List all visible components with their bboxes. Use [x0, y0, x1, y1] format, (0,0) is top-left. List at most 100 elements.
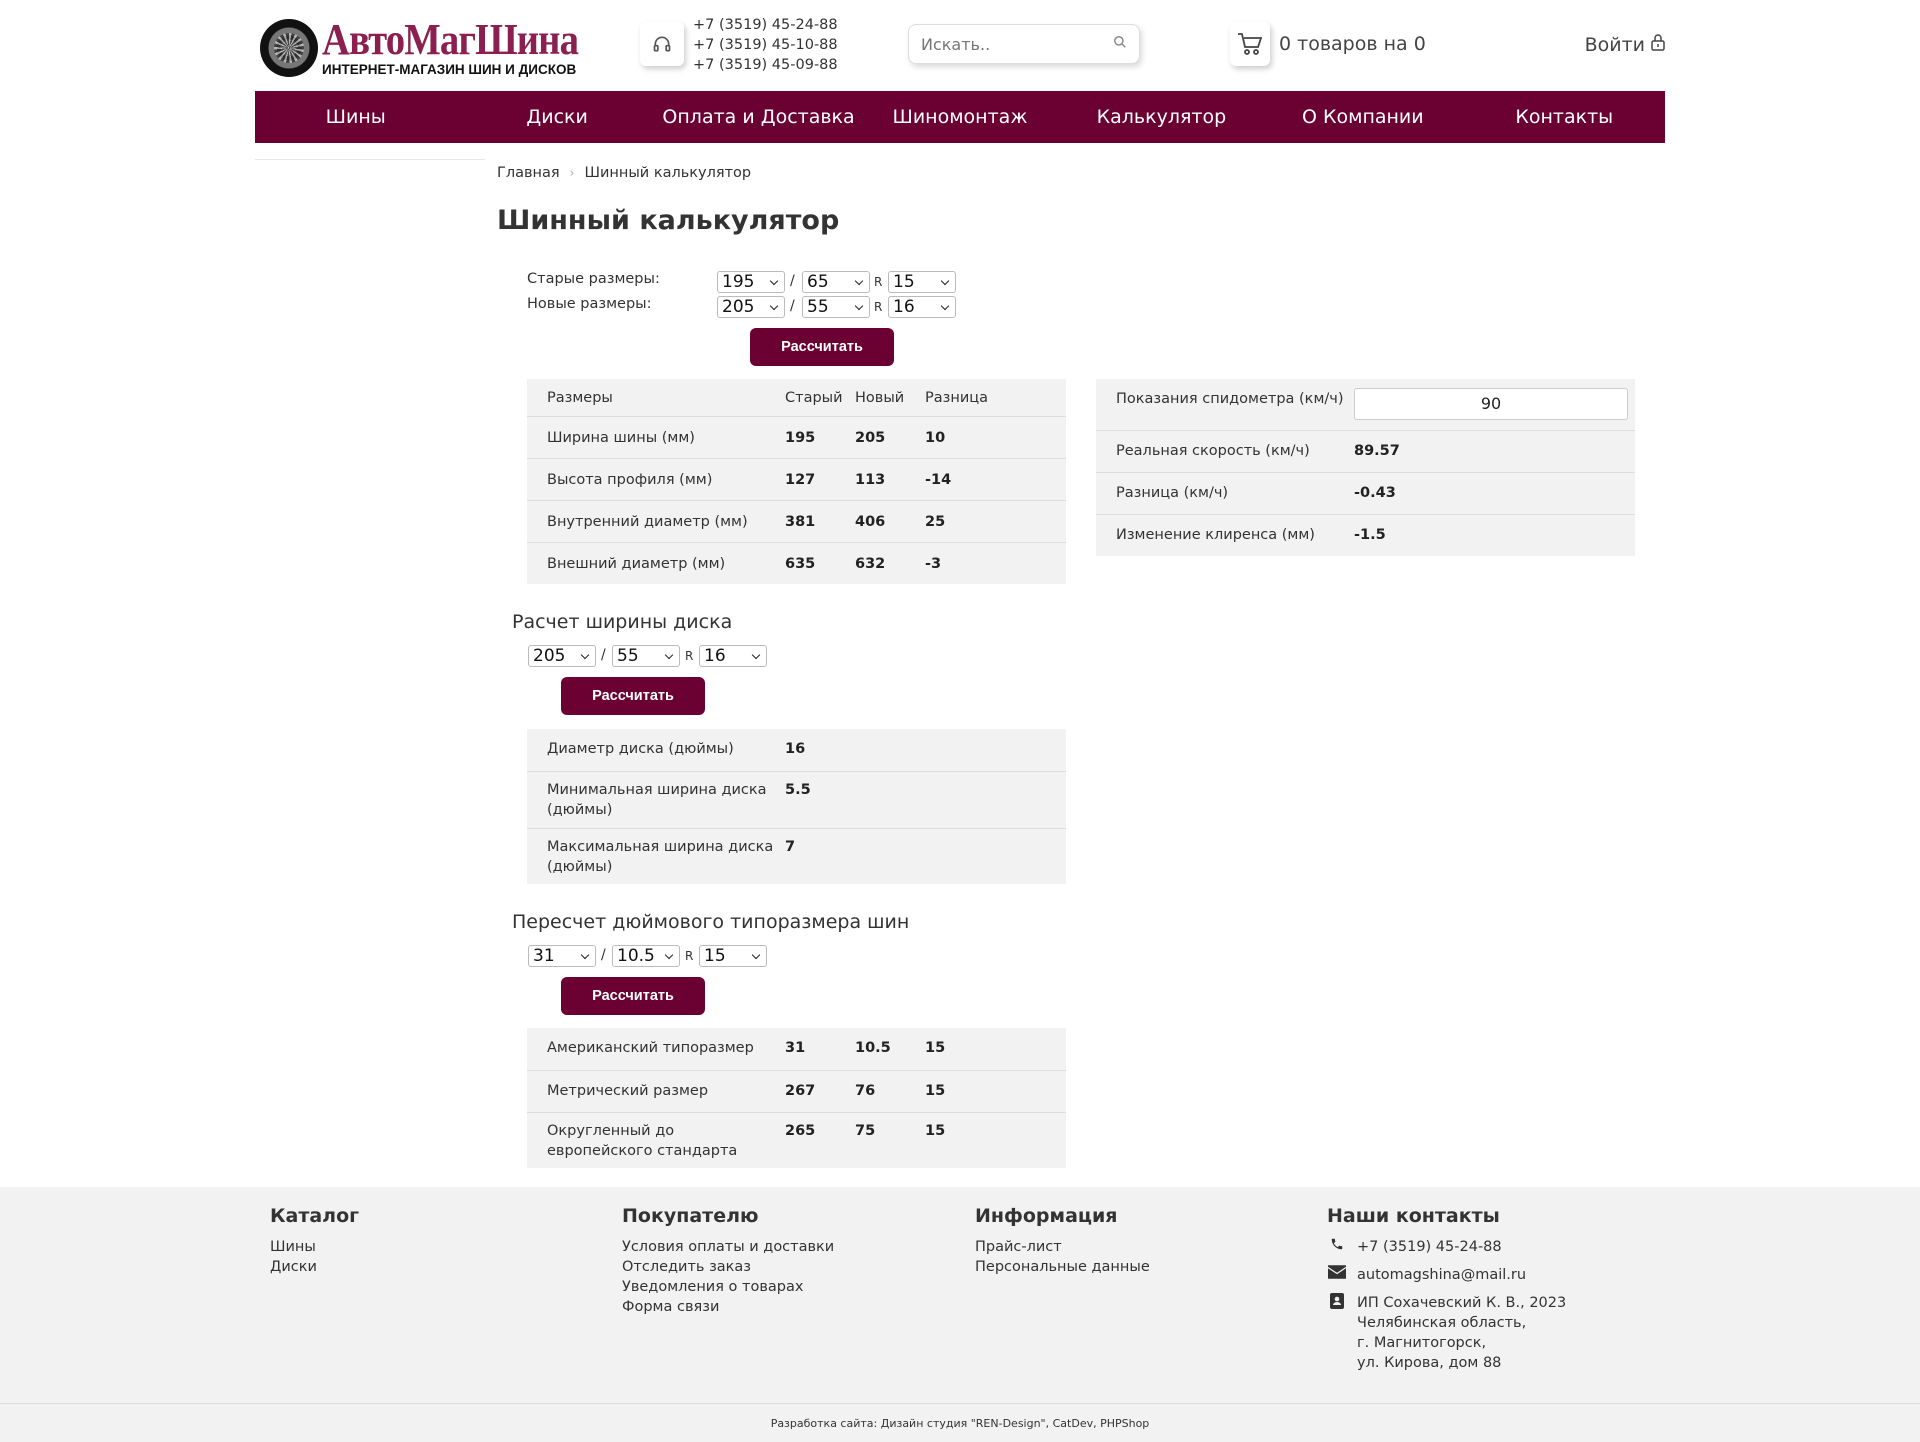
rim-profile-select[interactable]: 55	[612, 645, 680, 667]
site-header: АвтоМагШина ИНТЕРНЕТ-МАГАЗИН ШИН И ДИСКО…	[255, 0, 1665, 90]
search-input[interactable]	[921, 34, 1101, 54]
row-label: Внутренний диаметр (мм)	[547, 514, 748, 530]
site-footer: Каталог Шины Диски Покупателю Условия оп…	[0, 1187, 1920, 1403]
footer-email[interactable]: automagshina@mail.ru	[1357, 1265, 1526, 1285]
inch-profile-select[interactable]: 10.5	[612, 945, 680, 967]
row-value: 16	[785, 741, 806, 757]
row-value: 5.5	[785, 782, 811, 798]
rim-radius-select[interactable]: 16	[699, 645, 767, 667]
table-row: Метрический размер 267 76 15	[527, 1070, 1066, 1112]
table-header-row: Размеры Старый Новый Разница	[527, 379, 1066, 416]
new-radius-select[interactable]: 16	[888, 296, 956, 318]
radius-separator: R	[874, 275, 883, 289]
table-row: Минимальная ширина диска (дюймы) 5.5	[527, 771, 1066, 828]
nav-item-calculator[interactable]: Калькулятор	[1061, 91, 1262, 143]
phone-2[interactable]: +7 (3519) 45-10-88	[693, 35, 838, 55]
nav-item-contacts[interactable]: Контакты	[1464, 91, 1665, 143]
headset-icon[interactable]	[640, 22, 684, 66]
diff-value: -14	[925, 472, 952, 488]
lock-icon	[1651, 33, 1665, 56]
row-label: Ширина шины (мм)	[547, 430, 695, 446]
table-row: Изменение клиренса (мм) -1.5	[1096, 514, 1635, 556]
nav-item-wheels[interactable]: Диски	[456, 91, 657, 143]
calculate-inch-button[interactable]: Рассчитать	[561, 977, 705, 1015]
row-label: Реальная скорость (км/ч)	[1116, 443, 1310, 459]
login-link[interactable]: Войти	[1585, 33, 1665, 56]
table-row: Ширина шины (мм) 195 205 10	[527, 416, 1066, 458]
new-width-select[interactable]: 205	[717, 296, 785, 318]
footer-address-line: Челябинская область,	[1357, 1315, 1527, 1331]
footer-link[interactable]: Шины	[270, 1237, 359, 1257]
speedometer-input[interactable]: 90	[1354, 388, 1628, 420]
search-icon[interactable]	[1113, 35, 1127, 53]
inch-radius-select[interactable]: 15	[699, 945, 767, 967]
old-value: 127	[785, 472, 816, 488]
table-row: Округленный до европейского стандарта 26…	[527, 1112, 1066, 1168]
profile-value: 10.5	[855, 1040, 891, 1056]
search-box	[908, 24, 1140, 64]
old-sizes-label: Старые размеры:	[527, 271, 660, 287]
speedometer-label: Показания спидометра (км/ч)	[1116, 391, 1344, 407]
old-width-select[interactable]: 195	[717, 271, 785, 293]
nav-item-tire-service[interactable]: Шиномонтаж	[859, 91, 1060, 143]
col-header-diff: Разница	[925, 390, 988, 406]
nav-item-about[interactable]: О Компании	[1262, 91, 1463, 143]
wheel-logo-icon	[260, 19, 318, 77]
chevron-right-icon: ›	[569, 166, 575, 180]
breadcrumb-current: Шинный калькулятор	[584, 165, 752, 181]
row-label: Минимальная ширина диска (дюймы)	[547, 782, 767, 818]
footer-credits[interactable]: Разработка сайта: Дизайн студия "REN-Des…	[0, 1403, 1920, 1442]
col-header-new: Новый	[855, 390, 905, 406]
col-header-sizes: Размеры	[547, 390, 613, 406]
row-label: Метрический размер	[547, 1083, 709, 1099]
width-value: 31	[785, 1040, 806, 1056]
footer-link[interactable]: Форма связи	[622, 1297, 834, 1317]
footer-link[interactable]: Условия оплаты и доставки	[622, 1237, 834, 1257]
diff-value: 10	[925, 430, 946, 446]
old-profile-select[interactable]: 65	[802, 271, 870, 293]
tire-size-table: Размеры Старый Новый Разница Ширина шины…	[527, 379, 1066, 584]
table-row: Реальная скорость (км/ч) 89.57	[1096, 430, 1635, 472]
nav-item-tires[interactable]: Шины	[255, 91, 456, 143]
calculate-tires-button[interactable]: Рассчитать	[750, 328, 894, 366]
login-label: Войти	[1584, 33, 1645, 56]
diff-value: -3	[925, 556, 942, 572]
breadcrumb-home[interactable]: Главная	[497, 165, 560, 181]
address-book-icon	[1327, 1293, 1347, 1373]
rim-width-select[interactable]: 205	[528, 645, 596, 667]
footer-address-line: ИП Сохачевский К. В., 2023	[1357, 1295, 1567, 1311]
radius-separator: R	[874, 300, 883, 314]
footer-phone[interactable]: +7 (3519) 45-24-88	[1357, 1237, 1502, 1257]
old-value: 635	[785, 556, 816, 572]
breadcrumb: Главная › Шинный калькулятор	[497, 165, 751, 181]
footer-link[interactable]: Уведомления о товарах	[622, 1277, 834, 1297]
calculate-rim-button[interactable]: Рассчитать	[561, 677, 705, 715]
phone-icon	[1327, 1237, 1347, 1257]
logo-subtitle: ИНТЕРНЕТ-МАГАЗИН ШИН И ДИСКОВ	[322, 62, 577, 77]
phone-3[interactable]: +7 (3519) 45-09-88	[693, 55, 838, 75]
row-value: 89.57	[1354, 443, 1400, 459]
radius-value: 15	[925, 1040, 946, 1056]
footer-link[interactable]: Диски	[270, 1257, 359, 1277]
page-title: Шинный калькулятор	[497, 205, 840, 236]
nav-item-payment-delivery[interactable]: Оплата и Доставка	[658, 91, 859, 143]
table-row: Внешний диаметр (мм) 635 632 -3	[527, 542, 1066, 584]
footer-catalog-title: Каталог	[270, 1205, 360, 1227]
new-profile-select[interactable]: 55	[802, 296, 870, 318]
old-value: 195	[785, 430, 816, 446]
speedometer-table: Показания спидометра (км/ч) 90 Реальная …	[1096, 379, 1635, 556]
inch-width-select[interactable]: 31	[528, 945, 596, 967]
footer-link[interactable]: Персональные данные	[975, 1257, 1150, 1277]
cart-icon[interactable]	[1230, 22, 1270, 66]
new-value: 632	[855, 556, 886, 572]
diff-value: 25	[925, 514, 946, 530]
footer-link[interactable]: Прайс-лист	[975, 1237, 1150, 1257]
row-value: 7	[785, 839, 796, 855]
width-value: 267	[785, 1083, 816, 1099]
radius-separator: R	[685, 649, 694, 663]
footer-link[interactable]: Отследить заказ	[622, 1257, 834, 1277]
old-radius-select[interactable]: 15	[888, 271, 956, 293]
cart-summary[interactable]: 0 товаров на 0	[1279, 33, 1426, 55]
site-logo[interactable]: АвтоМагШина ИНТЕРНЕТ-МАГАЗИН ШИН И ДИСКО…	[260, 18, 579, 78]
phone-1[interactable]: +7 (3519) 45-24-88	[693, 15, 838, 35]
